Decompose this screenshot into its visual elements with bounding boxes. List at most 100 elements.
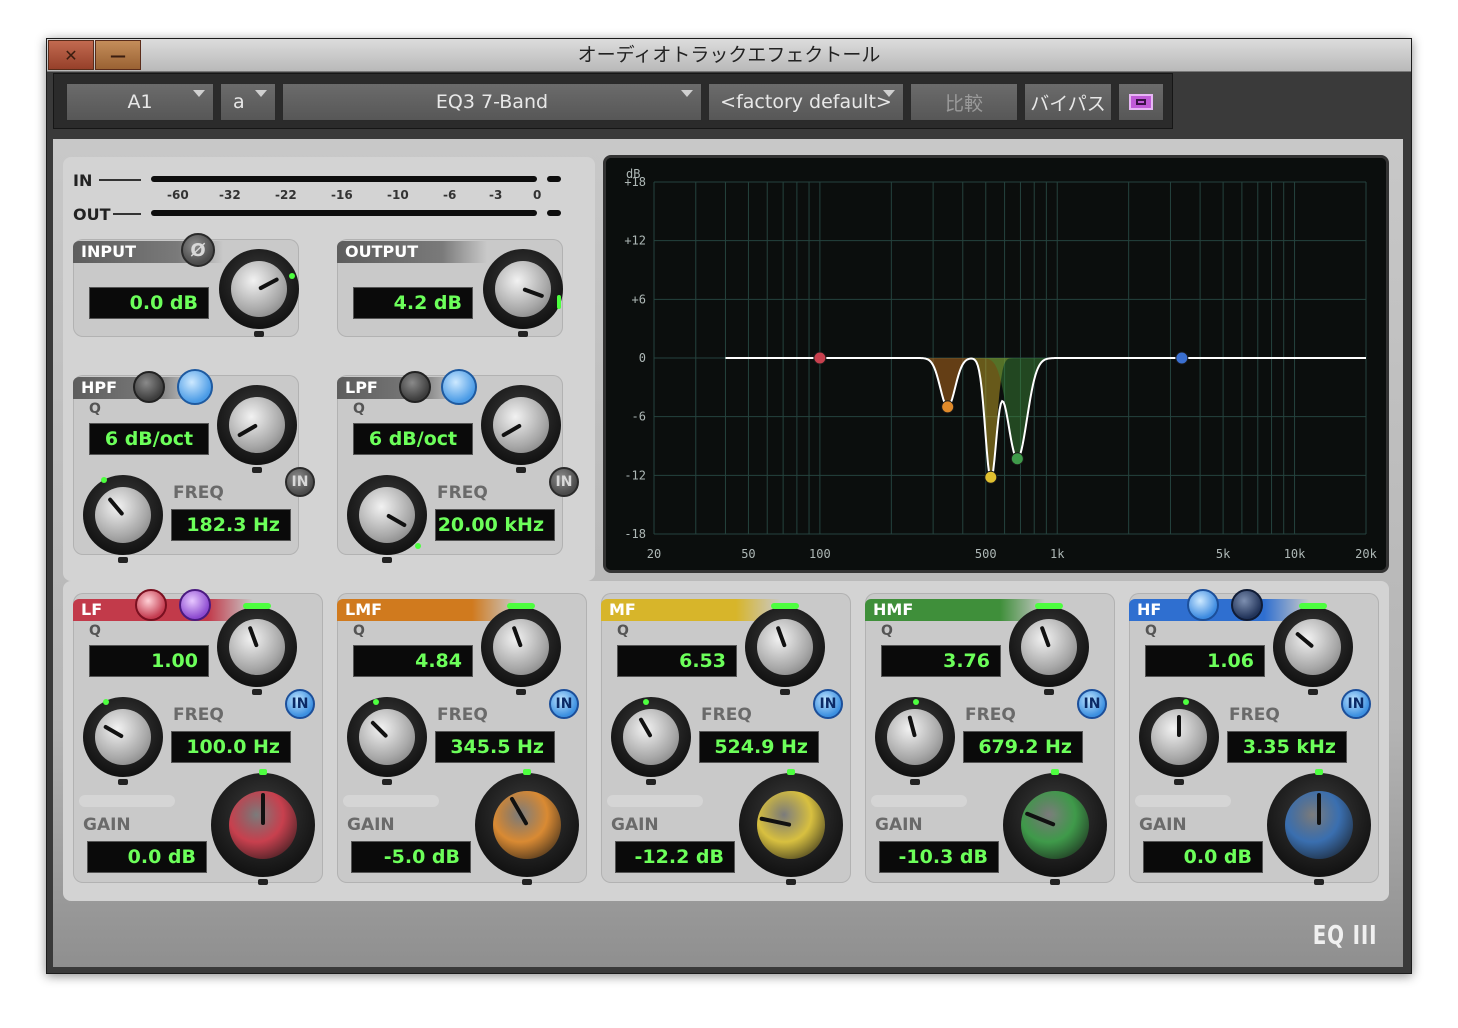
bypass-button[interactable]: バイパス bbox=[1024, 83, 1112, 121]
hmf-q-label: Q bbox=[881, 623, 893, 639]
mf-q-label: Q bbox=[617, 623, 629, 639]
hf-gain-display[interactable]: 0.0 dB bbox=[1143, 841, 1263, 873]
mf-freq-display[interactable]: 524.9 Hz bbox=[699, 731, 819, 763]
hmf-band-label: HMF bbox=[865, 599, 1045, 621]
lmf-in-button[interactable]: IN bbox=[549, 689, 579, 719]
lmf-gain-knob[interactable] bbox=[475, 769, 579, 885]
lpf-freq-knob[interactable] bbox=[347, 475, 427, 563]
preset-selector[interactable]: <factory default> bbox=[708, 83, 904, 121]
out-clip-indicator[interactable] bbox=[547, 210, 561, 216]
lf-shelf-mode-button[interactable] bbox=[179, 589, 211, 621]
meter-scale-tick: -3 bbox=[489, 188, 503, 202]
hmf-freq-display[interactable]: 679.2 Hz bbox=[963, 731, 1083, 763]
mf-band-strip bbox=[607, 795, 703, 807]
lf-freq-knob[interactable] bbox=[83, 697, 163, 785]
lmf-gain-display[interactable]: -5.0 dB bbox=[351, 841, 471, 873]
meter-scale-tick: -6 bbox=[443, 188, 457, 202]
title-bar[interactable]: ✕ — オーディオトラックエフェクトール bbox=[47, 39, 1411, 72]
lmf-freq-label: FREQ bbox=[437, 705, 488, 725]
hmf-handle[interactable] bbox=[1010, 452, 1024, 466]
lf-gain-display[interactable]: 0.0 dB bbox=[87, 841, 207, 873]
graph-y-tick: +12 bbox=[624, 234, 646, 248]
lpf-slope-knob[interactable] bbox=[481, 385, 561, 473]
track-selector[interactable]: A1 bbox=[66, 83, 214, 121]
hmf-gain-display[interactable]: -10.3 dB bbox=[879, 841, 999, 873]
lf-peak-mode-button[interactable] bbox=[135, 589, 167, 621]
eq-plugin-body: IN OUT -60 -32 -22 -16 -10 -6 -3 0 INPUT… bbox=[53, 139, 1403, 967]
lpf-freq-display[interactable]: 20.00 kHz bbox=[435, 509, 555, 541]
eq-response-graph[interactable]: dB +18 +12 +6 0 -6 -12 -18 20 50 100 500 1k 5k 10k 20k bbox=[603, 155, 1389, 573]
hpf-slope-display[interactable]: 6 dB/oct bbox=[89, 423, 209, 455]
lmf-handle[interactable] bbox=[941, 400, 955, 414]
mf-gain-display[interactable]: -12.2 dB bbox=[615, 841, 735, 873]
plugin-selector[interactable]: EQ3 7-Band bbox=[282, 83, 702, 121]
lf-q-knob[interactable] bbox=[217, 603, 297, 695]
lmf-q-knob[interactable] bbox=[481, 603, 561, 695]
hmf-q-display[interactable]: 3.76 bbox=[881, 645, 1001, 677]
lpf-notch-mode-button[interactable] bbox=[399, 371, 431, 403]
lf-freq-display[interactable]: 100.0 Hz bbox=[171, 731, 291, 763]
input-gain-knob[interactable] bbox=[219, 249, 299, 337]
plugin-selector-label: EQ3 7-Band bbox=[435, 91, 549, 113]
hf-freq-knob[interactable] bbox=[1139, 697, 1219, 785]
hpf-freq-display[interactable]: 182.3 Hz bbox=[171, 509, 291, 541]
hf-q-knob[interactable] bbox=[1273, 603, 1353, 695]
eq3-logo: EQ III bbox=[1312, 921, 1378, 951]
graph-x-tick: 10k bbox=[1284, 547, 1306, 561]
meter-scale-tick: -32 bbox=[219, 188, 241, 202]
lf-q-display[interactable]: 1.00 bbox=[89, 645, 209, 677]
in-clip-indicator[interactable] bbox=[547, 176, 561, 182]
lpf-in-button[interactable]: IN bbox=[549, 467, 579, 497]
lf-in-button[interactable]: IN bbox=[285, 689, 315, 719]
hpf-in-button[interactable]: IN bbox=[285, 467, 315, 497]
target-button[interactable] bbox=[1118, 83, 1164, 121]
lmf-q-label: Q bbox=[353, 623, 365, 639]
hmf-in-button[interactable]: IN bbox=[1077, 689, 1107, 719]
graph-y-tick: -12 bbox=[624, 468, 646, 482]
lmf-freq-display[interactable]: 345.5 Hz bbox=[435, 731, 555, 763]
hpf-freq-knob[interactable] bbox=[83, 475, 163, 563]
hpf-slope-knob[interactable] bbox=[217, 385, 297, 473]
hmf-gain-knob[interactable] bbox=[1003, 769, 1107, 885]
hf-shelf-mode-button[interactable] bbox=[1231, 589, 1263, 621]
mf-freq-knob[interactable] bbox=[611, 697, 691, 785]
lpf-slope-display[interactable]: 6 dB/oct bbox=[353, 423, 473, 455]
mf-q-display[interactable]: 6.53 bbox=[617, 645, 737, 677]
mf-in-button[interactable]: IN bbox=[813, 689, 843, 719]
hmf-q-knob[interactable] bbox=[1009, 603, 1089, 695]
hpf-notch-mode-button[interactable] bbox=[133, 371, 165, 403]
lmf-freq-knob[interactable] bbox=[347, 697, 427, 785]
compare-button[interactable]: 比較 bbox=[910, 83, 1018, 121]
out-level-meter bbox=[151, 210, 537, 216]
lmf-q-display[interactable]: 4.84 bbox=[353, 645, 473, 677]
lf-gain-label: GAIN bbox=[83, 815, 131, 835]
hf-in-button[interactable]: IN bbox=[1341, 689, 1371, 719]
graph-y-tick: -18 bbox=[624, 527, 646, 541]
mf-gain-knob[interactable] bbox=[739, 769, 843, 885]
lf-gain-knob[interactable] bbox=[211, 769, 315, 885]
hf-gain-knob[interactable] bbox=[1267, 769, 1371, 885]
hmf-freq-knob[interactable] bbox=[875, 697, 955, 785]
output-gain-knob[interactable] bbox=[483, 249, 563, 337]
graph-y-tick: 0 bbox=[639, 351, 646, 365]
eq-graph-svg[interactable]: dB+18+12+60-6-12-1820 50 100 500 1k 5k 10k 20k bbox=[606, 158, 1386, 570]
insert-selector[interactable]: a bbox=[220, 83, 276, 121]
output-gain-display[interactable]: 4.2 dB bbox=[353, 287, 473, 319]
hf-freq-display[interactable]: 3.35 kHz bbox=[1227, 731, 1347, 763]
lmf-band-label: LMF bbox=[337, 599, 517, 621]
hpf-slope-mode-button[interactable] bbox=[177, 369, 213, 405]
mf-q-knob[interactable] bbox=[745, 603, 825, 695]
hf-handle[interactable] bbox=[1175, 351, 1189, 365]
lf-handle[interactable] bbox=[813, 351, 827, 365]
graph-x-tick: 100 bbox=[809, 547, 831, 561]
lpf-slope-mode-button[interactable] bbox=[441, 369, 477, 405]
hf-band-label: HF bbox=[1129, 599, 1309, 621]
in-meter-connector bbox=[99, 179, 141, 181]
phase-invert-button[interactable]: Ø bbox=[181, 233, 215, 267]
chevron-down-icon bbox=[255, 90, 267, 97]
mf-handle[interactable] bbox=[984, 470, 998, 484]
input-gain-display[interactable]: 0.0 dB bbox=[89, 287, 209, 319]
hf-peak-mode-button[interactable] bbox=[1187, 589, 1219, 621]
lmf-band-strip bbox=[343, 795, 439, 807]
hf-q-display[interactable]: 1.06 bbox=[1145, 645, 1265, 677]
